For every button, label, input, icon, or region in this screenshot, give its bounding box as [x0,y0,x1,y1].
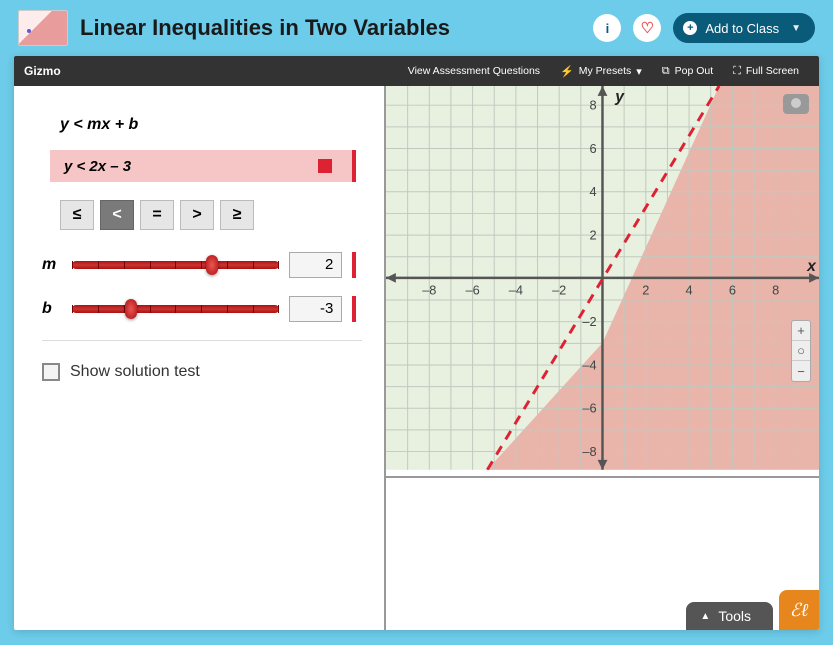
gizmo-brand: Gizmo [24,64,398,78]
svg-text:6: 6 [589,141,596,156]
b-value-indicator [352,296,356,322]
chevron-up-icon: ▲ [700,611,710,622]
gizmo-toolbar: Gizmo View Assessment Questions ⚡My Pres… [14,56,819,86]
b-slider[interactable] [72,305,279,313]
pop-out-button[interactable]: ⧉Pop Out [652,65,723,78]
svg-text:2: 2 [589,228,596,243]
plus-icon: + [683,21,697,35]
m-label: m [42,256,62,274]
inequality-graph[interactable]: y x –8 –6 –4 –2 2 4 6 8 8 [386,86,819,476]
graph-panel: y x –8 –6 –4 –2 2 4 6 8 8 [384,86,819,630]
svg-text:6: 6 [729,283,736,298]
svg-text:–4: –4 [509,283,523,298]
my-presets-menu[interactable]: ⚡My Presets▾ [550,65,652,78]
zoom-control: + ○ − [791,320,811,382]
op-ge-button[interactable]: ≥ [220,200,254,230]
app-header: Linear Inequalities in Two Variables i ♡… [0,0,833,56]
svg-text:–8: –8 [582,444,596,459]
general-formula: y < mx + b [60,116,362,134]
svg-text:2: 2 [642,283,649,298]
m-value-indicator [352,252,356,278]
full-screen-button[interactable]: ⛶Full Screen [723,65,809,78]
chevron-down-icon: ▾ [636,65,642,78]
brand-logo: ℰℓ [779,590,819,630]
current-inequality-text: y < 2x – 3 [64,158,318,175]
svg-text:x: x [806,258,817,275]
operator-group: ≤ < = > ≥ [60,200,362,230]
bolt-icon: ⚡ [560,65,574,78]
m-value-input[interactable]: 2 [289,252,342,278]
op-lt-button[interactable]: < [100,200,134,230]
op-eq-button[interactable]: = [140,200,174,230]
svg-text:8: 8 [772,283,779,298]
panel-divider [42,340,362,341]
m-slider-knob[interactable] [206,255,218,275]
show-solution-row: Show solution test [42,363,362,381]
lesson-thumbnail [18,10,68,46]
favorite-button[interactable]: ♡ [633,14,661,42]
op-gt-button[interactable]: > [180,200,214,230]
show-solution-checkbox[interactable] [42,363,60,381]
tools-tab[interactable]: ▲ Tools [686,602,773,630]
show-solution-label: Show solution test [70,363,200,381]
info-button[interactable]: i [593,14,621,42]
workspace: y < mx + b y < 2x – 3 ≤ < = > ≥ m 2 [14,86,819,630]
svg-text:4: 4 [589,184,596,199]
camera-icon[interactable] [783,94,809,114]
svg-text:–2: –2 [582,314,596,329]
svg-text:–2: –2 [552,283,566,298]
b-slider-row: b -3 [42,296,356,322]
svg-text:–4: –4 [582,357,596,372]
m-slider[interactable] [72,261,279,269]
svg-text:y: y [614,89,625,106]
zoom-out-button[interactable]: − [792,361,810,381]
view-assessment-link[interactable]: View Assessment Questions [398,65,550,77]
svg-text:–8: –8 [422,283,436,298]
m-slider-row: m 2 [42,252,356,278]
series-color-swatch [318,159,332,173]
add-to-class-label: Add to Class [705,21,779,36]
fullscreen-icon: ⛶ [733,65,741,78]
graph-svg: y x –8 –6 –4 –2 2 4 6 8 8 [386,86,819,470]
current-inequality: y < 2x – 3 [50,150,356,182]
b-slider-knob[interactable] [125,299,137,319]
page-title: Linear Inequalities in Two Variables [80,15,581,41]
op-le-button[interactable]: ≤ [60,200,94,230]
popout-icon: ⧉ [662,65,670,78]
gizmo-stage: Gizmo View Assessment Questions ⚡My Pres… [14,56,819,630]
svg-text:–6: –6 [582,401,596,416]
svg-text:–6: –6 [465,283,479,298]
add-to-class-button[interactable]: + Add to Class ▼ [673,13,815,43]
svg-text:8: 8 [589,98,596,113]
zoom-reset-button[interactable]: ○ [792,341,810,361]
svg-text:4: 4 [686,283,693,298]
chevron-down-icon: ▼ [791,23,801,34]
zoom-in-button[interactable]: + [792,321,810,341]
control-panel: y < mx + b y < 2x – 3 ≤ < = > ≥ m 2 [14,86,384,630]
b-label: b [42,300,62,318]
tools-label: Tools [718,608,751,624]
b-value-input[interactable]: -3 [289,296,342,322]
